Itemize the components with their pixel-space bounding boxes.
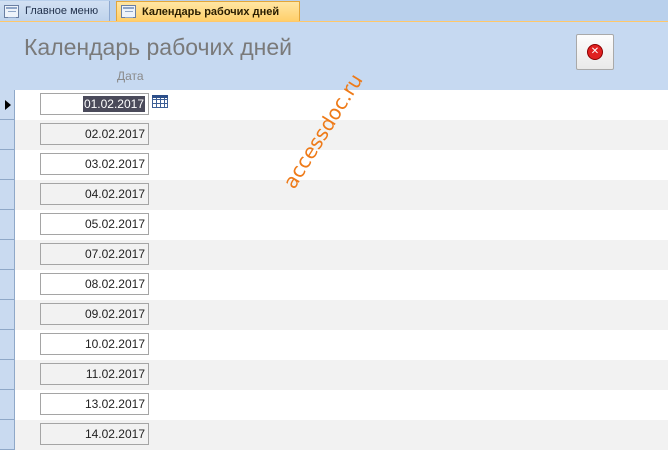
form-icon (4, 4, 19, 18)
date-field[interactable]: 01.02.2017 (40, 93, 149, 115)
record-row: 04.02.2017 (0, 180, 668, 210)
record-selector[interactable] (0, 420, 15, 450)
date-field[interactable]: 09.02.2017 (40, 303, 149, 325)
date-field[interactable]: 03.02.2017 (40, 153, 149, 175)
date-column-header: Дата (117, 69, 144, 83)
form-header: Календарь рабочих дней Дата ✕ (0, 22, 668, 90)
date-field[interactable]: 11.02.2017 (40, 363, 149, 385)
record-selector[interactable] (0, 360, 15, 390)
current-record-arrow-icon (5, 100, 11, 110)
record-selector[interactable] (0, 240, 15, 270)
date-value: 01.02.2017 (82, 96, 145, 112)
record-row: 07.02.2017 (0, 240, 668, 270)
record-selector[interactable] (0, 90, 15, 120)
close-icon: ✕ (587, 44, 603, 60)
date-field[interactable]: 02.02.2017 (40, 123, 149, 145)
date-field[interactable]: 08.02.2017 (40, 273, 149, 295)
close-form-button[interactable]: ✕ (576, 34, 614, 70)
tab-label: Главное меню (25, 5, 99, 17)
record-selector[interactable] (0, 390, 15, 420)
record-selector[interactable] (0, 210, 15, 240)
date-field[interactable]: 05.02.2017 (40, 213, 149, 235)
record-row: 03.02.2017 (0, 150, 668, 180)
record-row: 14.02.2017 (0, 420, 668, 450)
record-row: 09.02.2017 (0, 300, 668, 330)
tab-work-calendar[interactable]: Календарь рабочих дней (116, 1, 300, 21)
record-selector[interactable] (0, 270, 15, 300)
date-field[interactable]: 10.02.2017 (40, 333, 149, 355)
record-selector[interactable] (0, 300, 15, 330)
date-field[interactable]: 13.02.2017 (40, 393, 149, 415)
record-row: 08.02.2017 (0, 270, 668, 300)
record-row: 13.02.2017 (0, 390, 668, 420)
record-row: 10.02.2017 (0, 330, 668, 360)
record-selector[interactable] (0, 120, 15, 150)
records-list: 01.02.2017 02.02.2017 03.02.2017 04.02.2… (0, 90, 668, 450)
calendar-picker-icon[interactable] (152, 95, 168, 108)
form-icon (121, 5, 136, 18)
tab-main-menu[interactable]: Главное меню (0, 1, 110, 21)
date-field[interactable]: 07.02.2017 (40, 243, 149, 265)
record-selector[interactable] (0, 150, 15, 180)
record-row: 05.02.2017 (0, 210, 668, 240)
record-selector[interactable] (0, 180, 15, 210)
document-tabs: Главное меню Календарь рабочих дней (0, 0, 668, 22)
tab-label: Календарь рабочих дней (142, 5, 280, 18)
form-title: Календарь рабочих дней (24, 34, 293, 60)
record-selector[interactable] (0, 330, 15, 360)
record-row: 11.02.2017 (0, 360, 668, 390)
date-field[interactable]: 14.02.2017 (40, 423, 149, 445)
date-field[interactable]: 04.02.2017 (40, 183, 149, 205)
